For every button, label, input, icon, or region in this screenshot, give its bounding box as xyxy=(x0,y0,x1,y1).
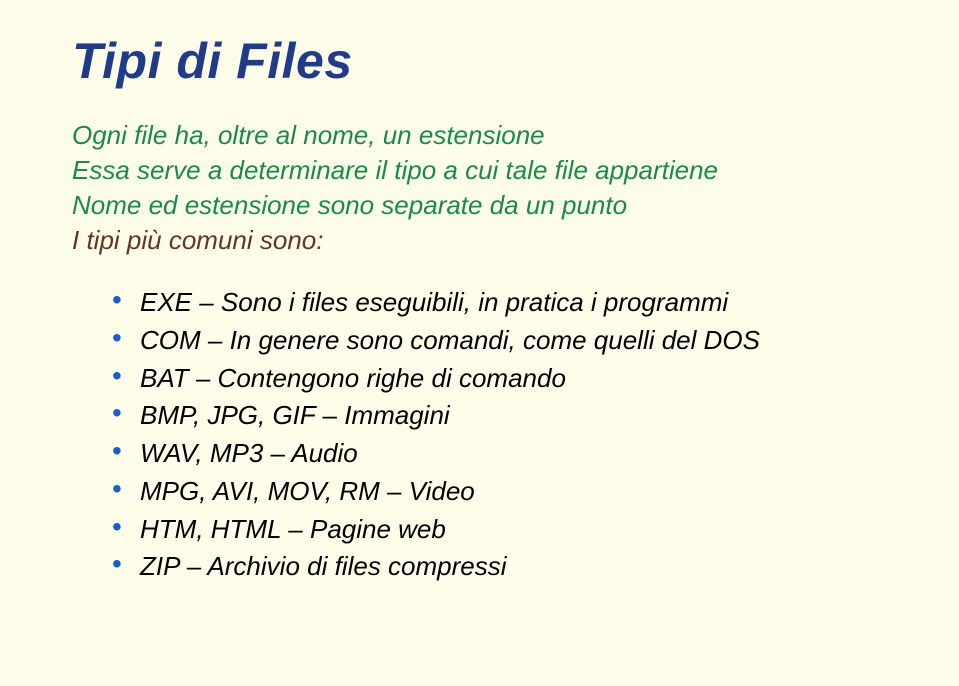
intro-block: Ogni file ha, oltre al nome, un estensio… xyxy=(72,118,899,258)
list-item: WAV, MP3 – Audio xyxy=(112,435,899,473)
slide-title: Tipi di Files xyxy=(72,32,899,90)
list-item: HTM, HTML – Pagine web xyxy=(112,511,899,549)
list-item: COM – In genere sono comandi, come quell… xyxy=(112,322,899,360)
intro-line-3: Nome ed estensione sono separate da un p… xyxy=(72,188,899,223)
intro-line-4: I tipi più comuni sono: xyxy=(72,223,899,258)
list-item: BMP, JPG, GIF – Immagini xyxy=(112,397,899,435)
list-item: MPG, AVI, MOV, RM – Video xyxy=(112,473,899,511)
list-item: EXE – Sono i files eseguibili, in pratic… xyxy=(112,284,899,322)
list-item: ZIP – Archivio di files compressi xyxy=(112,548,899,586)
intro-line-1: Ogni file ha, oltre al nome, un estensio… xyxy=(72,118,899,153)
intro-line-2: Essa serve a determinare il tipo a cui t… xyxy=(72,153,899,188)
file-types-list: EXE – Sono i files eseguibili, in pratic… xyxy=(72,284,899,586)
list-item: BAT – Contengono righe di comando xyxy=(112,360,899,398)
